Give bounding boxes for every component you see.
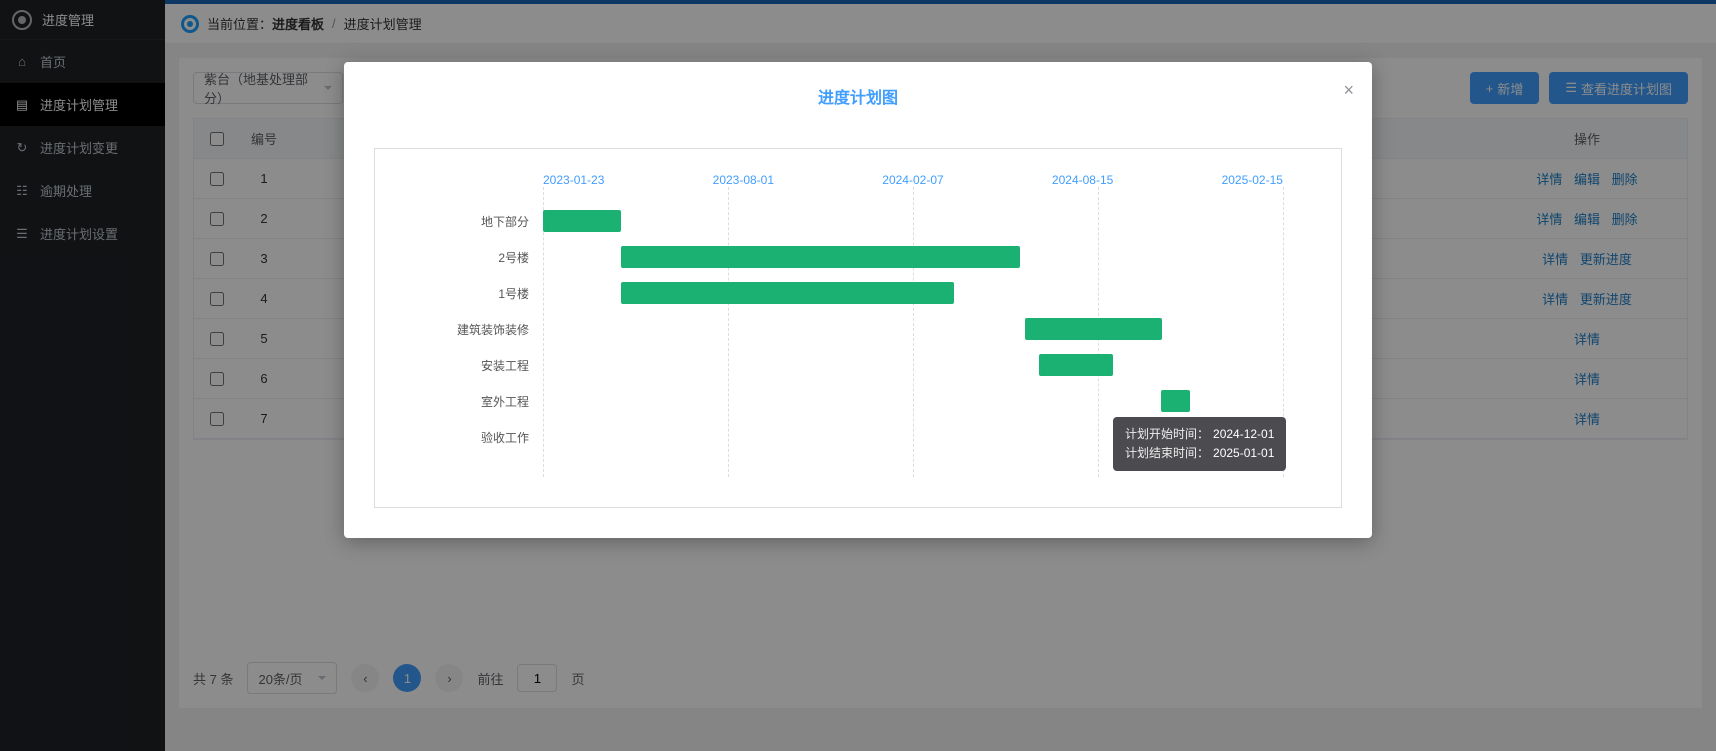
gantt-bar[interactable] (1161, 390, 1191, 412)
gantt-xlabels: 2023-01-23 2023-08-01 2024-02-07 2024-08-15… (543, 173, 1283, 187)
gantt-tooltip: 计划开始时间： 2024-12-01 计划结束时间： 2025-01-01 (1113, 417, 1286, 471)
gantt-ylabel: 建筑装饰装修 (393, 321, 543, 338)
gantt-bar[interactable] (1039, 354, 1113, 376)
gantt-ylabel: 安装工程 (393, 357, 543, 374)
gantt-row: 建筑装饰装修 (393, 311, 1283, 347)
gantt-chart: 2023-01-23 2023-08-01 2024-02-07 2024-08-15… (374, 148, 1342, 508)
gantt-xlabel: 2025-02-15 (1222, 173, 1283, 187)
tooltip-end-value: 2025-01-01 (1213, 446, 1274, 460)
gantt-row: 1号楼 (393, 275, 1283, 311)
gantt-row: 安装工程 (393, 347, 1283, 383)
close-icon[interactable]: × (1343, 80, 1354, 101)
gantt-row: 2号楼 (393, 239, 1283, 275)
gantt-xlabel: 2023-01-23 (543, 173, 604, 187)
gantt-modal: × 进度计划图 2023-01-232023-08-012024-02-0720… (344, 62, 1372, 538)
gantt-bar[interactable] (1025, 318, 1162, 340)
gantt-xlabel: 2024-02-07 (882, 173, 943, 187)
gantt-ylabel: 室外工程 (393, 393, 543, 410)
gantt-ylabel: 2号楼 (393, 249, 543, 266)
gantt-row: 室外工程 (393, 383, 1283, 419)
gantt-ylabel: 1号楼 (393, 285, 543, 302)
gantt-bar[interactable] (621, 282, 954, 304)
gantt-bar[interactable] (621, 246, 1021, 268)
modal-overlay[interactable]: × 进度计划图 2023-01-232023-08-012024-02-0720… (0, 0, 1716, 751)
tooltip-start-value: 2024-12-01 (1213, 427, 1274, 441)
tooltip-end-label: 计划结束时间： (1125, 446, 1209, 460)
gantt-ylabel: 验收工作 (393, 429, 543, 446)
gantt-xlabel: 2024-08-15 (1052, 173, 1113, 187)
gantt-xlabel: 2023-08-01 (713, 173, 774, 187)
gantt-ylabel: 地下部分 (393, 213, 543, 230)
gantt-row: 地下部分 (393, 203, 1283, 239)
tooltip-start-label: 计划开始时间： (1125, 427, 1209, 441)
gantt-bar[interactable] (543, 210, 621, 232)
modal-title: 进度计划图 (374, 84, 1342, 108)
